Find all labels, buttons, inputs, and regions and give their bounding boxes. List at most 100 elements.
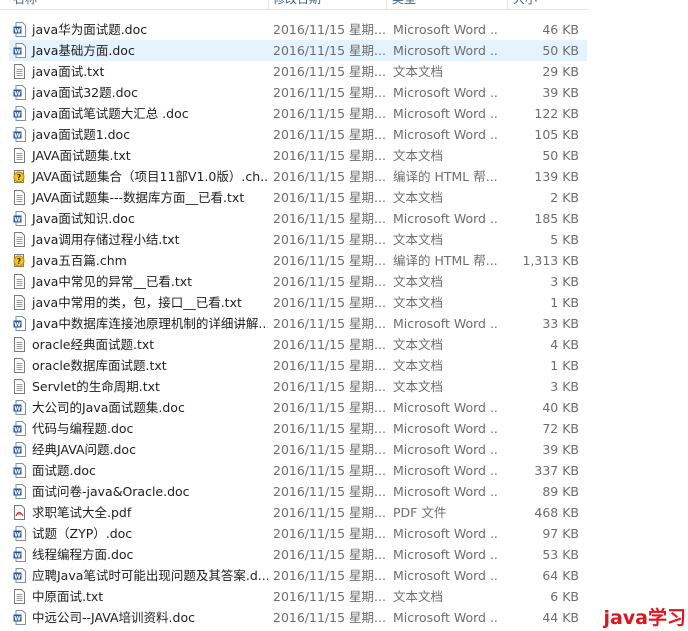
file-name-cell[interactable]: java中常用的类，包，接口__已看.txt	[13, 292, 268, 313]
file-name-cell[interactable]: W Java面试知识.doc	[13, 208, 268, 229]
file-row[interactable]: java面试.txt 2016/11/15 星期... 文本文档 29 KB	[9, 61, 587, 82]
file-name-cell[interactable]: W Java中数据库连接池原理机制的详细讲解...	[13, 313, 268, 334]
file-size: 2 KB	[550, 190, 579, 205]
file-row[interactable]: Java调用存储过程小结.txt 2016/11/15 星期... 文本文档 5 KB	[9, 229, 587, 250]
column-divider[interactable]	[386, 0, 387, 9]
file-row[interactable]: oracle数据库面试题.txt 2016/11/15 星期... 文本文档 1 KB	[9, 355, 587, 376]
file-name-cell[interactable]: ? JAVA面试题集合（项目11部V1.0版）.ch...	[13, 166, 268, 187]
file-name-cell[interactable]: JAVA面试题集.txt	[13, 145, 268, 166]
file-row[interactable]: 中原面试.txt 2016/11/15 星期... 文本文档 6 KB	[9, 586, 587, 607]
watermark-logo: java学习	[596, 605, 688, 631]
file-row[interactable]: 求职笔试大全.pdf 2016/11/15 星期... PDF 文件 468 KB	[9, 502, 587, 523]
file-row[interactable]: W 中远公司--JAVA培训资料.doc 2016/11/15 星期... Micro…	[9, 607, 587, 628]
column-divider[interactable]	[268, 0, 269, 9]
svg-text:W: W	[14, 90, 21, 97]
column-header-type[interactable]: 类型	[392, 0, 504, 9]
svg-text:?: ?	[17, 173, 22, 182]
file-name-cell[interactable]: oracle经典面试题.txt	[13, 334, 268, 355]
file-date: 2016/11/15 星期...	[273, 232, 385, 247]
file-name-cell[interactable]: 求职笔试大全.pdf	[13, 502, 268, 523]
file-name-cell[interactable]: Wjava面试32题.doc	[13, 82, 268, 103]
file-row[interactable]: W 面试题.doc 2016/11/15 星期... Microsoft Word .…	[9, 460, 587, 481]
file-name-cell[interactable]: W 线程编程方面.doc	[13, 544, 268, 565]
file-date: 2016/11/15 星期...	[273, 610, 385, 625]
file-row[interactable]: Servlet的生命周期.txt 2016/11/15 星期... 文本文档 3 KB	[9, 376, 587, 397]
file-row[interactable]: W 代码与编程题.doc 2016/11/15 星期... Microsoft Wor…	[9, 418, 587, 439]
file-type: Microsoft Word ...	[393, 400, 497, 415]
file-name-cell[interactable]: W Java基础方面.doc	[13, 40, 268, 61]
file-row[interactable]: W 应聘Java笔试时可能出现问题及其答案.d... 2016/11/15 星期..…	[9, 565, 587, 586]
word-doc-icon: W	[13, 84, 26, 100]
file-size: 337 KB	[534, 463, 579, 478]
file-name: oracle经典面试题.txt	[32, 337, 155, 352]
file-name: Servlet的生命周期.txt	[32, 379, 160, 394]
file-type: 文本文档	[393, 379, 444, 394]
column-header-date[interactable]: 修改日期	[273, 0, 381, 9]
column-header-name[interactable]: 名称	[13, 0, 263, 9]
file-type: 文本文档	[393, 232, 444, 247]
file-row[interactable]: W 大公司的Java面试题集.doc 2016/11/15 星期... Microso…	[9, 397, 587, 418]
file-name-cell[interactable]: oracle数据库面试题.txt	[13, 355, 268, 376]
file-date: 2016/11/15 星期...	[273, 169, 385, 184]
file-name-cell[interactable]: W 面试问卷-java&Oracle.doc	[13, 481, 268, 502]
file-name-cell[interactable]: Wjava面试题1.doc	[13, 124, 268, 145]
pdf-file-icon	[13, 504, 26, 520]
file-name: java面试题1.doc	[32, 127, 131, 142]
text-file-icon	[13, 336, 26, 352]
file-name-cell[interactable]: java面试.txt	[13, 61, 268, 82]
text-file-icon	[13, 231, 26, 247]
file-row[interactable]: Java中常见的异常__已看.txt 2016/11/15 星期... 文本文档 3 …	[9, 271, 587, 292]
file-name-cell[interactable]: W 试题（ZYP）.doc	[13, 523, 268, 544]
file-row[interactable]: JAVA面试题集.txt 2016/11/15 星期... 文本文档 50 KB	[9, 145, 587, 166]
file-size: 50 KB	[542, 148, 579, 163]
file-row[interactable]: oracle经典面试题.txt 2016/11/15 星期... 文本文档 4 KB	[9, 334, 587, 355]
file-row[interactable]: W Java中数据库连接池原理机制的详细讲解... 2016/11/15 星期...…	[9, 313, 587, 334]
file-row[interactable]: W Java面试知识.doc 2016/11/15 星期... Microsoft W…	[9, 208, 587, 229]
svg-text:W: W	[14, 531, 21, 538]
file-name-cell[interactable]: W 大公司的Java面试题集.doc	[13, 397, 268, 418]
word-doc-icon: W	[13, 105, 26, 121]
file-size: 6 KB	[550, 589, 579, 604]
file-date: 2016/11/15 星期...	[273, 316, 385, 331]
file-name-cell[interactable]: Wjava华为面试题.doc	[13, 19, 268, 40]
file-row[interactable]: ? JAVA面试题集合（项目11部V1.0版）.ch... 2016/11/15 星…	[9, 166, 587, 187]
file-row[interactable]: W 试题（ZYP）.doc 2016/11/15 星期... Microsoft Wo…	[9, 523, 587, 544]
file-name-cell[interactable]: Servlet的生命周期.txt	[13, 376, 268, 397]
file-name-cell[interactable]: Wjava面试笔试题大汇总 .doc	[13, 103, 268, 124]
file-size: 4 KB	[550, 337, 579, 352]
file-row[interactable]: W 线程编程方面.doc 2016/11/15 星期... Microsoft Wor…	[9, 544, 587, 565]
file-name-cell[interactable]: Java调用存储过程小结.txt	[13, 229, 268, 250]
word-doc-icon: W	[13, 399, 26, 415]
text-file-icon	[13, 63, 26, 79]
file-name-cell[interactable]: 中原面试.txt	[13, 586, 268, 607]
file-row[interactable]: JAVA面试题集---数据库方面__已看.txt 2016/11/15 星期...…	[9, 187, 587, 208]
text-file-icon	[13, 273, 26, 289]
file-name-cell[interactable]: W 代码与编程题.doc	[13, 418, 268, 439]
column-divider[interactable]	[507, 0, 508, 9]
file-name-cell[interactable]: W 中远公司--JAVA培训资料.doc	[13, 607, 268, 628]
file-type: 文本文档	[393, 358, 444, 373]
word-doc-icon: W	[13, 462, 26, 478]
file-row[interactable]: Wjava面试32题.doc 2016/11/15 星期... Microsoft …	[9, 82, 587, 103]
file-row[interactable]: W 经典JAVA问题.doc 2016/11/15 星期... Microsoft W…	[9, 439, 587, 460]
file-row[interactable]: Wjava华为面试题.doc 2016/11/15 星期... Microsoft …	[9, 19, 587, 40]
file-name-cell[interactable]: W 面试题.doc	[13, 460, 268, 481]
column-header-size[interactable]: 大小	[513, 0, 583, 9]
file-row[interactable]: Wjava面试笔试题大汇总 .doc 2016/11/15 星期... Micros…	[9, 103, 587, 124]
file-name-cell[interactable]: Java中常见的异常__已看.txt	[13, 271, 268, 292]
file-row[interactable]: java中常用的类，包，接口__已看.txt 2016/11/15 星期... 文本…	[9, 292, 587, 313]
file-name-cell[interactable]: JAVA面试题集---数据库方面__已看.txt	[13, 187, 268, 208]
file-date: 2016/11/15 星期...	[273, 442, 385, 457]
file-row[interactable]: Wjava面试题1.doc 2016/11/15 星期... Microsoft W…	[9, 124, 587, 145]
file-name: 线程编程方面.doc	[32, 547, 134, 562]
file-name-cell[interactable]: ? Java五百篇.chm	[13, 250, 268, 271]
file-name-cell[interactable]: W 经典JAVA问题.doc	[13, 439, 268, 460]
file-name-cell[interactable]: W 应聘Java笔试时可能出现问题及其答案.d...	[13, 565, 268, 586]
file-type: Microsoft Word ...	[393, 316, 497, 331]
file-row[interactable]: ? Java五百篇.chm 2016/11/15 星期... 编译的 HTML 帮..…	[9, 250, 587, 271]
file-name: java中常用的类，包，接口__已看.txt	[32, 295, 242, 310]
file-row[interactable]: W Java基础方面.doc 2016/11/15 星期... Microsoft W…	[9, 40, 587, 61]
file-type: Microsoft Word ...	[393, 22, 497, 37]
column-header-row: 名称 修改日期 类型 大小	[0, 0, 588, 10]
file-row[interactable]: W 面试问卷-java&Oracle.doc 2016/11/15 星期... Mic…	[9, 481, 587, 502]
